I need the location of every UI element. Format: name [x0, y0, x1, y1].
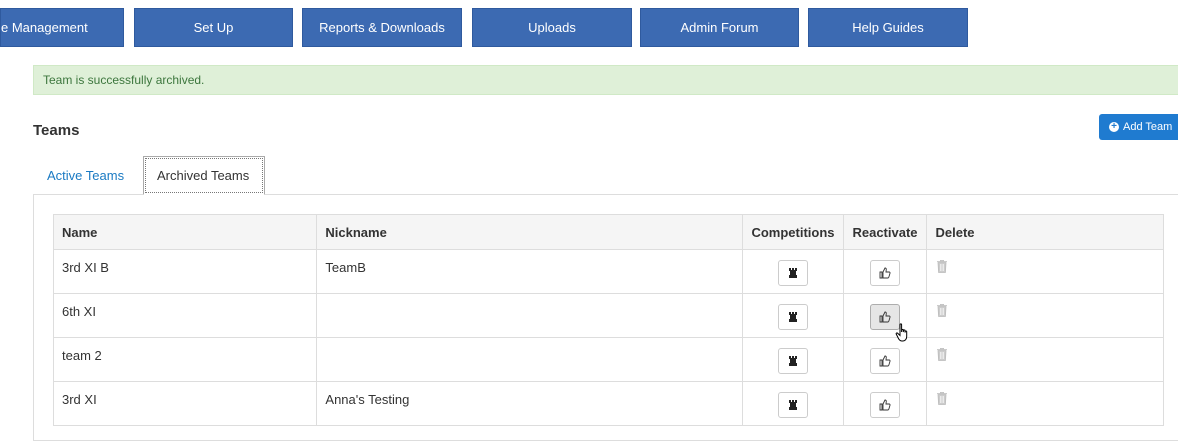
add-team-button[interactable]: + Add Team — [1099, 114, 1178, 140]
tab-label: Archived Teams — [157, 168, 250, 183]
header-nickname: Nickname — [316, 214, 744, 250]
competitions-cell — [742, 249, 844, 294]
reactivate-button[interactable] — [869, 260, 900, 286]
delete-cell — [926, 337, 1164, 382]
delete-cell — [926, 293, 1164, 338]
team-tabs: Active Teams Archived Teams — [33, 156, 1178, 195]
team-nickname — [316, 337, 744, 382]
nav-reports-downloads[interactable]: Reports & Downloads — [302, 8, 462, 47]
nav-set-up[interactable]: Set Up — [134, 8, 293, 47]
header-reactivate: Reactivate — [842, 214, 928, 250]
chess-rook-icon — [788, 400, 797, 410]
delete-cell — [926, 249, 1164, 294]
delete-button[interactable] — [937, 303, 948, 320]
competitions-button[interactable] — [777, 260, 808, 286]
table-row: 3rd XI B TeamB — [52, 249, 1164, 294]
reactivate-cell — [842, 381, 928, 426]
team-name: 3rd XI B — [52, 249, 318, 294]
tab-label: Active Teams — [47, 167, 125, 183]
team-name: team 2 — [52, 337, 318, 382]
nav-label: Reports & Downloads — [319, 20, 445, 35]
chess-rook-icon — [788, 356, 797, 366]
competitions-button[interactable] — [777, 392, 808, 418]
nav-label: e Management — [1, 20, 88, 35]
table-header-row: Name Nickname Competitions Reactivate De… — [52, 214, 1164, 250]
competitions-button[interactable] — [777, 348, 808, 374]
thumbs-up-icon — [879, 311, 891, 323]
nav-admin-forum[interactable]: Admin Forum — [640, 8, 799, 47]
nav-uploads[interactable]: Uploads — [472, 8, 632, 47]
team-name: 3rd XI — [52, 381, 318, 426]
thumbs-up-icon — [879, 399, 891, 411]
team-name: 6th XI — [52, 293, 318, 338]
reactivate-cell — [842, 293, 928, 338]
competitions-cell — [742, 337, 844, 382]
trash-icon — [937, 347, 948, 361]
reactivate-button[interactable] — [869, 392, 900, 418]
nav-management[interactable]: e Management — [0, 8, 124, 47]
nav-label: Uploads — [528, 20, 576, 35]
competitions-button[interactable] — [777, 304, 808, 330]
trash-icon — [937, 259, 948, 273]
team-nickname: Anna's Testing — [316, 381, 744, 426]
header-name: Name — [52, 214, 318, 250]
thumbs-up-icon — [879, 267, 891, 279]
table-row: 6th XI — [52, 293, 1164, 338]
hand-pointer-icon — [895, 323, 911, 346]
delete-button[interactable] — [937, 259, 948, 276]
chess-rook-icon — [788, 312, 797, 322]
team-nickname — [316, 293, 744, 338]
header-competitions: Competitions — [742, 214, 844, 250]
competitions-cell — [742, 293, 844, 338]
competitions-cell — [742, 381, 844, 426]
delete-button[interactable] — [937, 391, 948, 408]
header-delete: Delete — [926, 214, 1164, 250]
team-nickname: TeamB — [316, 249, 744, 294]
trash-icon — [937, 303, 948, 317]
add-team-label: Add Team — [1123, 121, 1173, 133]
table-row: team 2 — [52, 337, 1164, 382]
nav-help-guides[interactable]: Help Guides — [808, 8, 968, 47]
reactivate-button[interactable] — [869, 348, 900, 374]
chess-rook-icon — [788, 268, 797, 278]
plus-circle-icon: + — [1109, 122, 1119, 132]
alert-text: Team is successfully archived. — [43, 73, 205, 87]
delete-cell — [926, 381, 1164, 426]
trash-icon — [937, 391, 948, 405]
tab-active-teams[interactable]: Active Teams — [47, 156, 124, 194]
nav-label: Admin Forum — [680, 20, 759, 35]
page-title: Teams — [33, 122, 80, 139]
reactivate-cell — [842, 337, 928, 382]
nav-label: Help Guides — [852, 20, 924, 35]
success-alert: Team is successfully archived. — [33, 65, 1178, 95]
delete-button[interactable] — [937, 347, 948, 364]
table-row: 3rd XI Anna's Testing — [52, 381, 1164, 426]
archived-teams-table: Name Nickname Competitions Reactivate De… — [52, 214, 1164, 426]
reactivate-cell — [842, 249, 928, 294]
tab-archived-teams[interactable]: Archived Teams — [143, 156, 265, 195]
nav-label: Set Up — [193, 20, 234, 35]
thumbs-up-icon — [879, 355, 891, 367]
